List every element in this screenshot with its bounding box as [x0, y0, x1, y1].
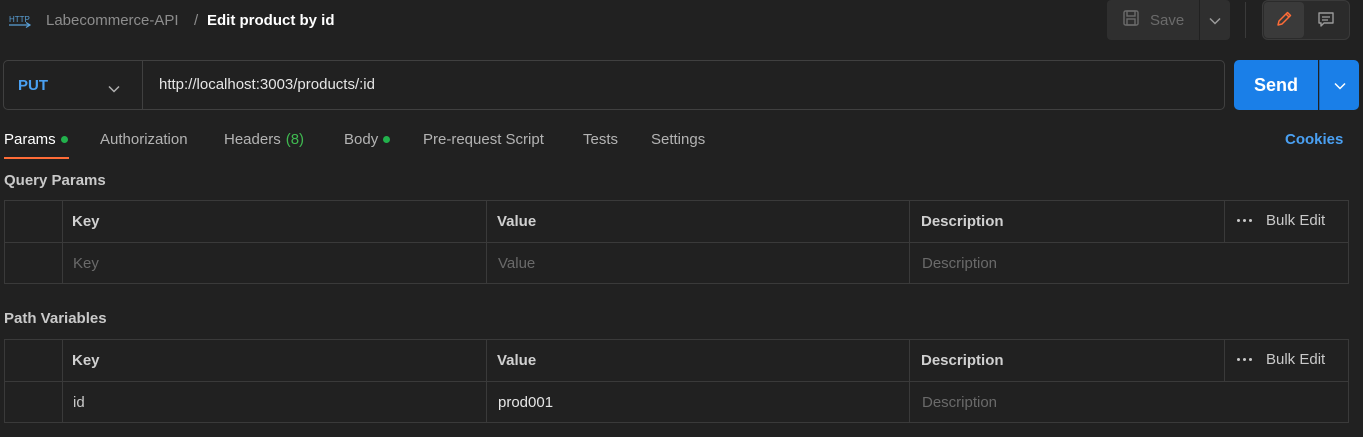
description-header: Description	[921, 213, 1004, 230]
description-input[interactable]: Description	[922, 255, 997, 272]
tab-tests[interactable]: Tests	[583, 131, 618, 148]
save-label: Save	[1150, 11, 1185, 29]
key-input[interactable]: Key	[73, 255, 99, 272]
send-options-button[interactable]	[1319, 60, 1359, 110]
edit-mode-button[interactable]	[1264, 2, 1304, 38]
save-button[interactable]: Save	[1107, 0, 1199, 40]
comments-button[interactable]	[1306, 2, 1346, 38]
chevron-down-icon	[1333, 77, 1346, 93]
tab-authorization[interactable]: Authorization	[100, 131, 188, 148]
status-dot	[383, 136, 391, 143]
tab-headers[interactable]: Headers (8)	[224, 131, 304, 148]
tab-label: Body	[344, 131, 379, 148]
query-params-table: Key Value Description Bulk Edit Key Valu…	[4, 200, 1349, 284]
bulk-edit-area: Bulk Edit	[1237, 351, 1325, 368]
save-options-button[interactable]	[1200, 0, 1230, 40]
headers-count: (8)	[285, 131, 305, 148]
bulk-edit-button[interactable]: Bulk Edit	[1266, 212, 1325, 229]
description-header: Description	[921, 352, 1004, 369]
table-header-row: Key Value Description Bulk Edit	[5, 201, 1348, 242]
tab-body[interactable]: Body	[344, 131, 391, 148]
method-select[interactable]: PUT	[4, 61, 143, 109]
path-variables-title: Path Variables	[4, 310, 107, 327]
bulk-edit-area: Bulk Edit	[1237, 212, 1325, 229]
http-icon: HTTP	[8, 11, 32, 29]
top-bar: HTTP Labecommerce-API / Edit product by …	[0, 0, 1363, 42]
value-header: Value	[497, 213, 537, 230]
description-input[interactable]: Description	[922, 394, 997, 411]
request-title[interactable]: Edit product by id	[207, 12, 335, 29]
tab-label: Authorization	[100, 131, 188, 148]
breadcrumb-separator: /	[194, 12, 199, 29]
value-header: Value	[497, 352, 537, 369]
key-header: Key	[72, 352, 100, 369]
more-dots-icon[interactable]	[1237, 358, 1252, 361]
chevron-down-icon	[1209, 12, 1221, 28]
tab-settings[interactable]: Settings	[651, 131, 705, 148]
query-params-title: Query Params	[4, 172, 106, 189]
tab-label: Pre-request Script	[423, 131, 544, 148]
table-row: id prod001 Description	[5, 382, 1348, 423]
breadcrumb-collection[interactable]: Labecommerce-API	[46, 12, 179, 29]
key-header: Key	[72, 213, 100, 230]
chevron-down-icon	[108, 80, 120, 97]
url-input[interactable]: http://localhost:3003/products/:id	[159, 76, 375, 93]
path-variable-value-input[interactable]: prod001	[498, 394, 553, 411]
method-label: PUT	[18, 76, 48, 94]
bulk-edit-button[interactable]: Bulk Edit	[1266, 351, 1325, 368]
status-dot	[60, 136, 68, 143]
request-url-bar: PUT http://localhost:3003/products/:id	[3, 60, 1225, 110]
table-row: Key Value Description	[5, 243, 1348, 284]
save-icon	[1122, 9, 1140, 31]
active-tab-indicator	[4, 157, 69, 159]
value-input[interactable]: Value	[498, 255, 535, 272]
path-variables-table: Key Value Description Bulk Edit id prod0…	[4, 339, 1349, 423]
tab-label: Settings	[651, 131, 706, 148]
tab-label: Params	[4, 131, 56, 148]
tab-label: Tests	[583, 131, 619, 148]
tab-params[interactable]: Params	[4, 131, 68, 148]
pencil-icon	[1275, 10, 1293, 31]
tab-pre-request-script[interactable]: Pre-request Script	[423, 131, 544, 148]
path-variable-key: id	[73, 394, 85, 411]
cookies-link[interactable]: Cookies	[1285, 131, 1343, 148]
tab-label: Headers	[224, 131, 281, 148]
toolbar-divider	[1245, 2, 1246, 38]
comment-icon	[1317, 10, 1335, 31]
more-dots-icon[interactable]	[1237, 219, 1252, 222]
send-button[interactable]: Send	[1234, 60, 1318, 110]
table-header-row: Key Value Description Bulk Edit	[5, 340, 1348, 381]
